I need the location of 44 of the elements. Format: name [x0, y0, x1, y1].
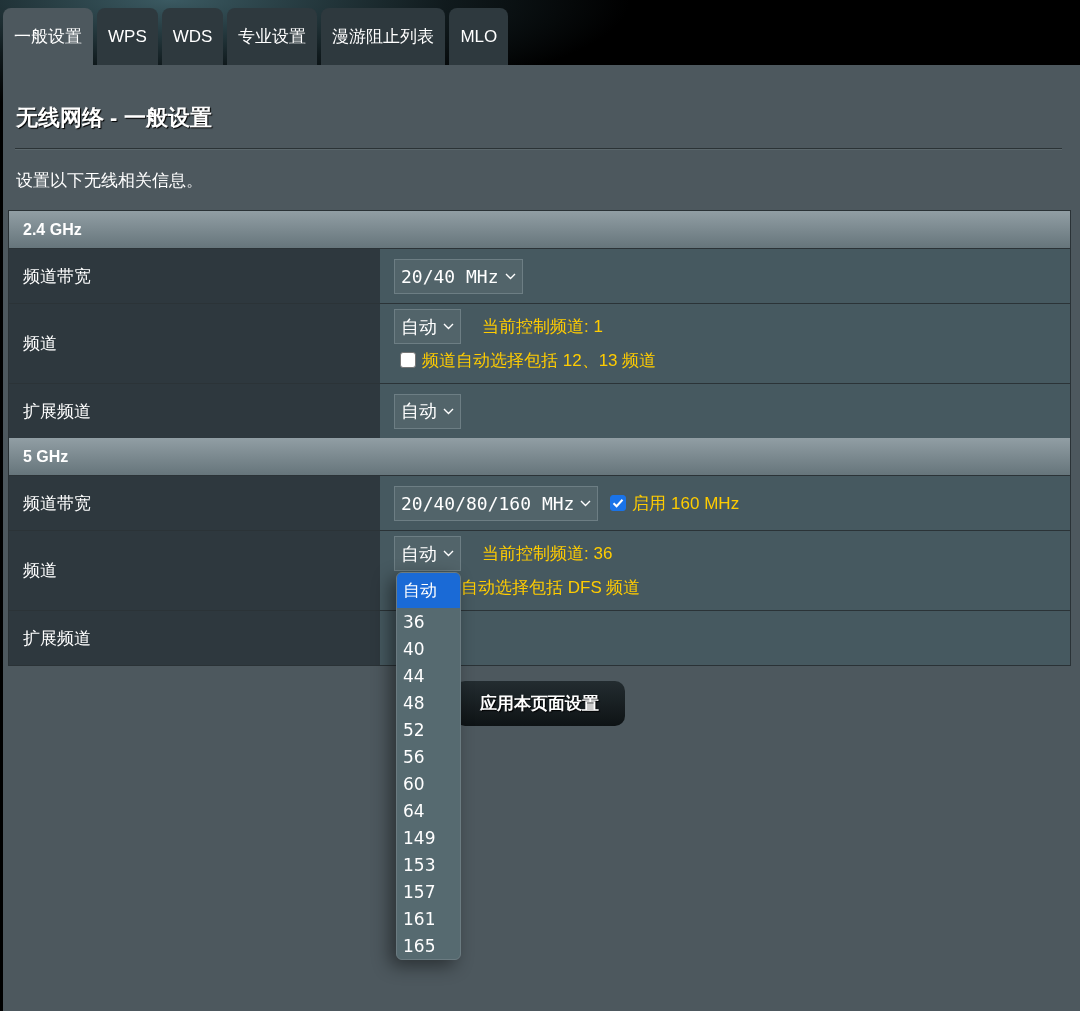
setting-label: 频道: [9, 304, 380, 383]
current-channel-text: 当前控制频道: 1: [482, 316, 603, 338]
setting-label: 频道带宽: [9, 476, 380, 530]
dropdown-option[interactable]: 60: [397, 770, 460, 797]
tab[interactable]: WDS: [161, 8, 224, 65]
dropdown-select[interactable]: 20/40 MHz: [394, 258, 523, 294]
chevron-down-icon: [443, 407, 454, 415]
checkbox[interactable]: [400, 352, 416, 368]
dropdown-option[interactable]: 64: [397, 797, 460, 824]
setting-label: 频道: [9, 531, 380, 610]
dropdown-select[interactable]: 自动: [394, 536, 461, 571]
tab[interactable]: 一般设置: [3, 8, 93, 65]
dropdown-option[interactable]: 157: [397, 878, 460, 905]
page-description: 设置以下无线相关信息。: [16, 170, 203, 192]
dropdown-select[interactable]: 自动: [394, 393, 461, 429]
dropdown-option[interactable]: 自动: [397, 573, 460, 608]
current-channel-text: 当前控制频道: 36: [482, 543, 613, 565]
dropdown-option[interactable]: 56: [397, 743, 460, 770]
dropdown-option[interactable]: 149: [397, 824, 460, 851]
dropdown-select[interactable]: 20/40/80/160 MHz: [394, 485, 599, 521]
chevron-down-icon: [580, 499, 592, 507]
setting-label: 频道带宽: [9, 249, 380, 303]
dropdown-option[interactable]: 36: [397, 608, 460, 635]
section-header: 5 GHz: [9, 438, 1070, 475]
chevron-down-icon: [504, 272, 516, 280]
tab[interactable]: 专业设置: [227, 8, 318, 65]
dropdown-option[interactable]: 165: [397, 932, 460, 959]
setting-label: 扩展频道: [9, 384, 380, 438]
checkbox-label: 启用 160 MHz: [632, 492, 740, 515]
setting-label: 扩展频道: [9, 611, 380, 665]
page-title: 无线网络 - 一般设置: [16, 105, 212, 131]
option-label: 自动选择包括 DFS 频道: [461, 576, 641, 599]
checkbox[interactable]: [610, 495, 627, 511]
chevron-down-icon: [443, 550, 454, 557]
tab[interactable]: 漫游阻止列表: [321, 8, 446, 65]
dropdown-option[interactable]: 40: [397, 635, 460, 662]
dropdown-option[interactable]: 153: [397, 851, 460, 878]
chevron-down-icon: [443, 323, 454, 330]
dropdown-select[interactable]: 自动: [394, 309, 461, 344]
section-header: 2.4 GHz: [9, 211, 1070, 248]
dropdown-option[interactable]: 161: [397, 905, 460, 932]
tab[interactable]: MLO: [449, 8, 509, 65]
tab[interactable]: WPS: [97, 8, 158, 65]
checkbox-label: 频道自动选择包括 12、13 频道: [422, 349, 657, 372]
